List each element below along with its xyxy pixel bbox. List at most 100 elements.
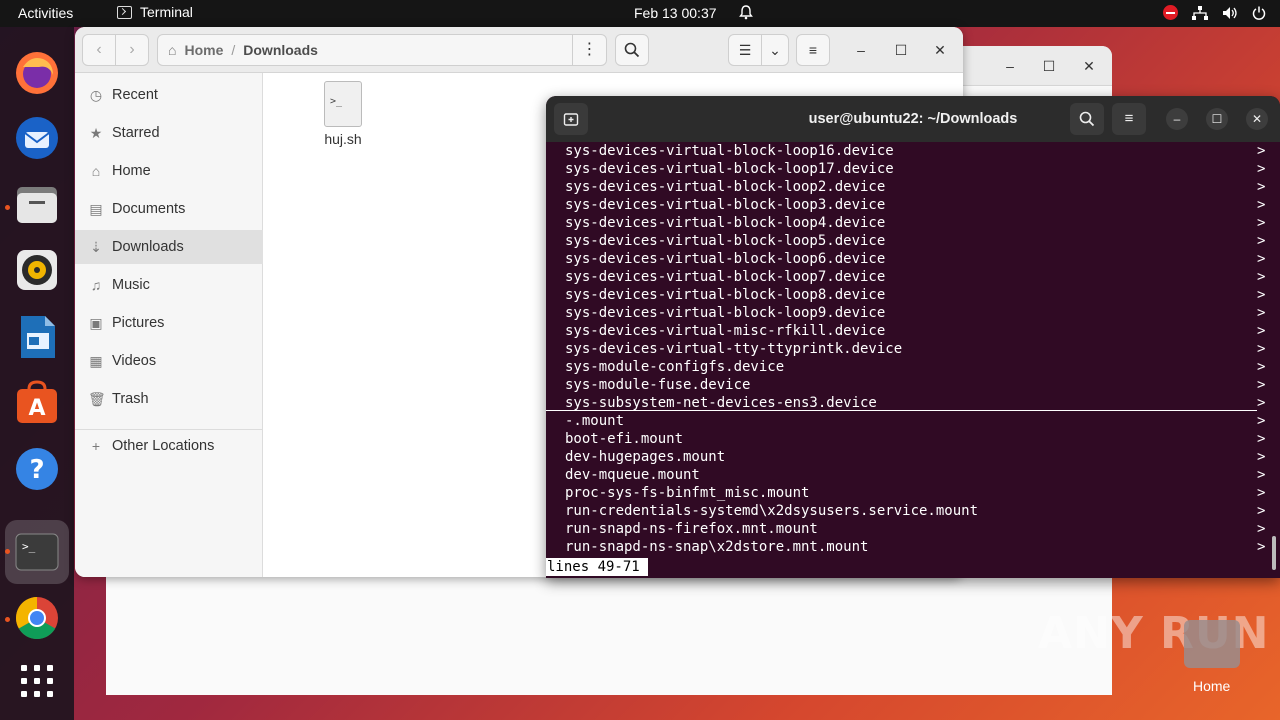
- desktop-home-label[interactable]: Home: [1193, 678, 1230, 694]
- show-apps-icon[interactable]: [13, 657, 61, 705]
- home-icon: ⌂: [91, 163, 101, 179]
- truncation-marker: >: [1257, 377, 1266, 393]
- truncation-marker: >: [1257, 323, 1266, 339]
- libreoffice-writer-icon[interactable]: [13, 313, 61, 361]
- thunderbird-icon[interactable]: [13, 114, 61, 162]
- minimize-icon[interactable]: –: [1000, 56, 1020, 76]
- terminal-app-icon: [117, 5, 132, 19]
- help-icon[interactable]: ?: [13, 445, 61, 493]
- main-menu-button[interactable]: ≡: [796, 34, 830, 66]
- truncation-marker: >: [1257, 179, 1266, 195]
- terminal-line: sys-subsystem-net-devices-ens3.device: [565, 395, 877, 411]
- truncation-marker: >: [1257, 485, 1266, 501]
- sidebar-item-label: Starred: [112, 125, 160, 141]
- terminal-line: sys-devices-virtual-misc-rfkill.device: [565, 323, 886, 339]
- forward-button[interactable]: ›: [115, 34, 149, 66]
- terminal-line: sys-devices-virtual-block-loop7.device: [565, 269, 886, 285]
- files-running-dot: [5, 205, 10, 210]
- file-name: huj.sh: [324, 131, 362, 147]
- app-menu[interactable]: Terminal: [117, 4, 193, 20]
- minimize-icon[interactable]: –: [1166, 108, 1188, 130]
- app-name: Terminal: [140, 4, 193, 20]
- videos-icon: ▦: [89, 353, 103, 369]
- truncation-marker: >: [1257, 197, 1266, 213]
- sidebar-item-label: Other Locations: [112, 438, 215, 454]
- truncation-marker: >: [1257, 539, 1266, 555]
- pager-status: lines 49-71: [546, 558, 648, 576]
- bell-icon: [739, 5, 753, 20]
- terminal-output[interactable]: lines 49-71 sys-devices-virtual-block-lo…: [546, 142, 1266, 578]
- terminal-scrollbar[interactable]: [1272, 536, 1276, 570]
- terminal-line: sys-devices-virtual-block-loop4.device: [565, 215, 886, 231]
- sidebar-item-videos[interactable]: ▦ Videos: [75, 344, 263, 378]
- script-file-icon: >_: [324, 81, 362, 127]
- terminal-line: sys-devices-virtual-block-loop3.device: [565, 197, 886, 213]
- system-tray[interactable]: [1163, 5, 1266, 20]
- svg-text:?: ?: [29, 455, 44, 485]
- chevron-down-icon: ⌄: [769, 42, 781, 58]
- dock: A ? >_: [0, 27, 74, 720]
- truncation-marker: >: [1257, 359, 1266, 375]
- chrome-icon[interactable]: [13, 594, 61, 642]
- minimize-icon[interactable]: –: [851, 40, 871, 60]
- network-icon: [1192, 5, 1208, 20]
- terminal-search-button[interactable]: [1070, 103, 1104, 135]
- svg-text:A: A: [28, 396, 45, 421]
- sidebar-item-home[interactable]: ⌂ Home: [75, 154, 263, 188]
- chrome-running-dot: [5, 617, 10, 622]
- terminal-line: sys-devices-virtual-block-loop8.device: [565, 287, 886, 303]
- terminal-menu-button[interactable]: ≡: [1112, 103, 1146, 135]
- files-icon[interactable]: [13, 181, 61, 229]
- sidebar-item-recent[interactable]: ◷ Recent: [75, 78, 263, 112]
- sidebar-item-downloads[interactable]: ⇣ Downloads: [75, 230, 263, 264]
- sidebar-item-other-locations[interactable]: + Other Locations: [75, 429, 263, 463]
- terminal-line: dev-hugepages.mount: [565, 449, 726, 465]
- clock[interactable]: Feb 13 00:37: [634, 5, 717, 21]
- maximize-icon[interactable]: ☐: [1039, 56, 1059, 76]
- rhythmbox-icon[interactable]: [13, 246, 61, 294]
- star-icon: ★: [89, 125, 103, 141]
- sidebar-item-label: Documents: [112, 201, 186, 217]
- truncation-marker: >: [1257, 431, 1266, 447]
- path-menu-icon[interactable]: ⋮: [572, 35, 606, 65]
- close-icon[interactable]: ✕: [1079, 56, 1099, 76]
- view-options-button[interactable]: ⌄: [761, 34, 789, 66]
- activities-button[interactable]: Activities: [18, 5, 73, 21]
- files-headerbar: ‹ › ⌂ Home / Downloads ⋮ ☰ ⌄ ≡ – ☐ ✕: [75, 27, 963, 73]
- ubuntu-software-icon[interactable]: A: [13, 379, 61, 427]
- sidebar-item-starred[interactable]: ★ Starred: [75, 116, 263, 150]
- hamburger-icon: ≡: [1124, 110, 1134, 127]
- maximize-icon[interactable]: ☐: [891, 40, 911, 60]
- document-icon: ▤: [89, 201, 103, 217]
- sidebar-item-label: Videos: [112, 353, 157, 369]
- search-button[interactable]: [615, 34, 649, 66]
- truncation-marker: >: [1257, 467, 1266, 483]
- music-icon: ♫: [90, 277, 102, 293]
- maximize-icon[interactable]: ☐: [1206, 108, 1228, 130]
- path-bar[interactable]: ⌂ Home / Downloads ⋮: [157, 34, 607, 66]
- desktop-home-icon[interactable]: [1184, 620, 1240, 668]
- close-icon[interactable]: ✕: [930, 40, 950, 60]
- terminal-window[interactable]: user@ubuntu22: ~/Downloads ≡ – ☐ ✕ lines…: [546, 96, 1280, 578]
- chevron-right-icon: ›: [129, 41, 135, 58]
- terminal-icon[interactable]: >_: [13, 528, 61, 576]
- list-view-button[interactable]: ☰: [728, 34, 762, 66]
- sidebar-item-label: Downloads: [112, 239, 184, 255]
- terminal-line: dev-mqueue.mount: [565, 467, 700, 483]
- list-icon: ☰: [738, 42, 752, 58]
- sidebar-item-documents[interactable]: ▤ Documents: [75, 192, 263, 226]
- sidebar-item-music[interactable]: ♫ Music: [75, 268, 263, 302]
- sidebar-item-label: Recent: [112, 87, 158, 103]
- path-current[interactable]: Downloads: [235, 42, 326, 58]
- terminal-line: sys-devices-virtual-tty-ttyprintk.device: [565, 341, 903, 357]
- close-icon[interactable]: ✕: [1246, 108, 1268, 130]
- sidebar-item-pictures[interactable]: ▣ Pictures: [75, 306, 263, 340]
- truncation-marker: >: [1257, 341, 1266, 357]
- truncation-marker: >: [1257, 305, 1266, 321]
- path-home[interactable]: Home: [176, 42, 231, 58]
- file-item[interactable]: >_ huj.sh: [315, 81, 371, 147]
- firefox-icon[interactable]: [13, 49, 61, 97]
- back-button[interactable]: ‹: [82, 34, 116, 66]
- sidebar-item-trash[interactable]: 🗑 Trash: [75, 382, 263, 416]
- power-icon: [1252, 6, 1266, 20]
